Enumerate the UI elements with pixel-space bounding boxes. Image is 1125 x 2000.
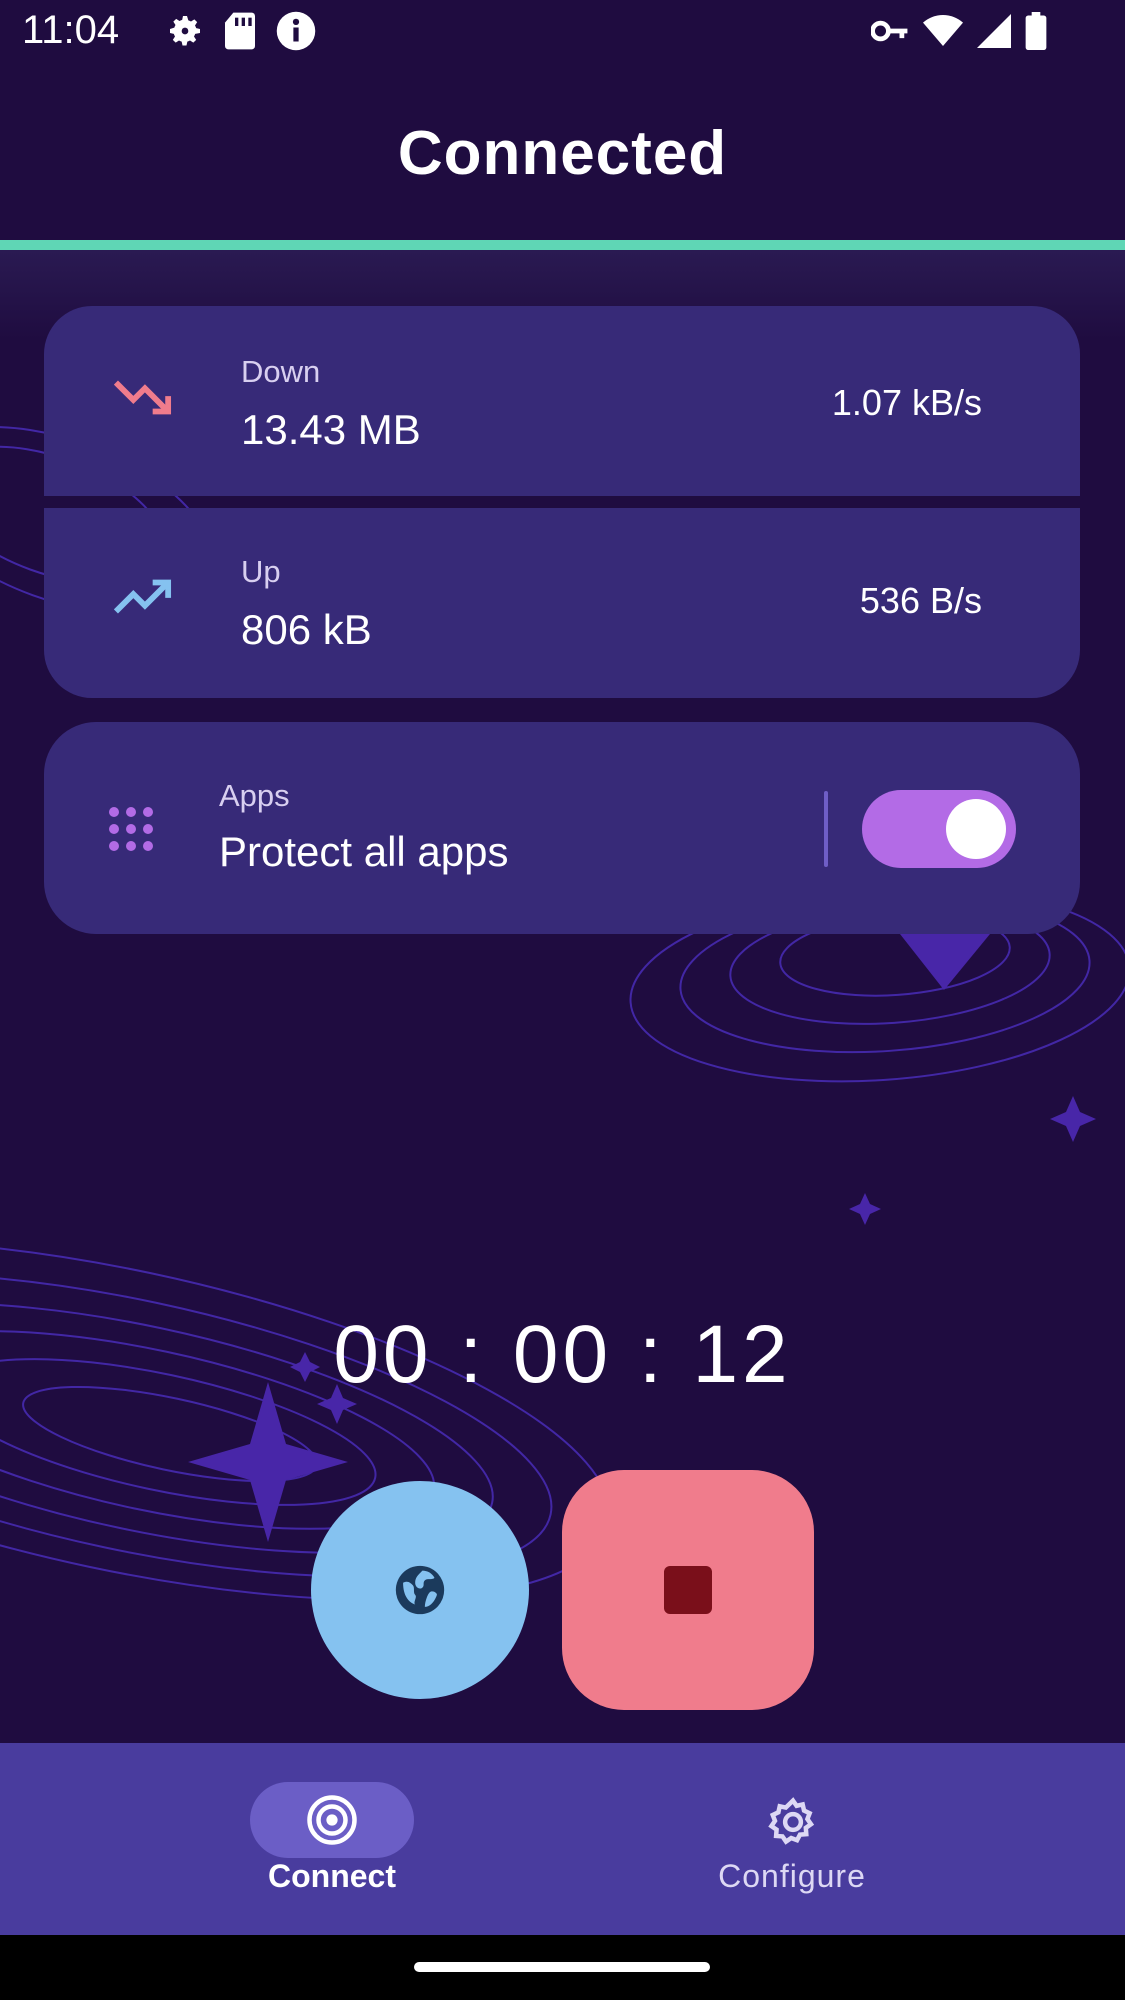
status-time: 11:04: [22, 8, 120, 52]
nav-item-connect[interactable]: [250, 1782, 414, 1858]
battery-icon: [1025, 12, 1047, 50]
connect-icon: [307, 1795, 357, 1845]
nav-item-configure[interactable]: [766, 1795, 820, 1854]
upload-total: 806 kB: [241, 606, 372, 653]
apps-divider: [824, 791, 828, 867]
gear-icon: [768, 1797, 815, 1845]
settings-icon: [170, 16, 200, 46]
upload-card: Up 806 kB 536 B/s: [44, 508, 1080, 698]
connection-timer: 00 : 00 : 12: [333, 1309, 792, 1400]
download-total: 13.43 MB: [241, 406, 421, 453]
apps-label: Apps: [219, 778, 290, 813]
connection-indicator-line: [0, 240, 1125, 250]
page-title: Connected: [397, 119, 728, 188]
toggle-knob: [946, 799, 1006, 859]
nav-label-connect[interactable]: Connect: [232, 1858, 432, 1895]
stop-icon: [664, 1566, 712, 1614]
download-rate: 1.07 kB/s: [831, 382, 982, 423]
upload-rate: 536 B/s: [859, 580, 982, 621]
home-indicator[interactable]: [414, 1962, 710, 1972]
trending-down-icon: [114, 380, 172, 415]
globe-button[interactable]: [311, 1481, 529, 1699]
signal-icon: [977, 14, 1011, 48]
wifi-icon: [923, 15, 963, 46]
trending-up-icon: [114, 579, 172, 614]
status-left-icons: [165, 10, 317, 52]
upload-label: Up: [241, 554, 281, 589]
bottom-navigation: [0, 1743, 1125, 1935]
info-icon: [276, 11, 316, 51]
status-right-icons: [871, 12, 1047, 50]
vpn-key-icon: [871, 20, 908, 42]
download-label: Down: [241, 354, 321, 389]
apps-value: Protect all apps: [219, 828, 509, 875]
stop-button[interactable]: [562, 1470, 814, 1710]
apps-grid-icon: [109, 807, 153, 851]
sd-card-icon: [225, 12, 255, 50]
download-card: Down 13.43 MB 1.07 kB/s: [44, 306, 1080, 496]
globe-icon: [395, 1565, 445, 1615]
nav-label-configure[interactable]: Configure: [692, 1858, 892, 1895]
